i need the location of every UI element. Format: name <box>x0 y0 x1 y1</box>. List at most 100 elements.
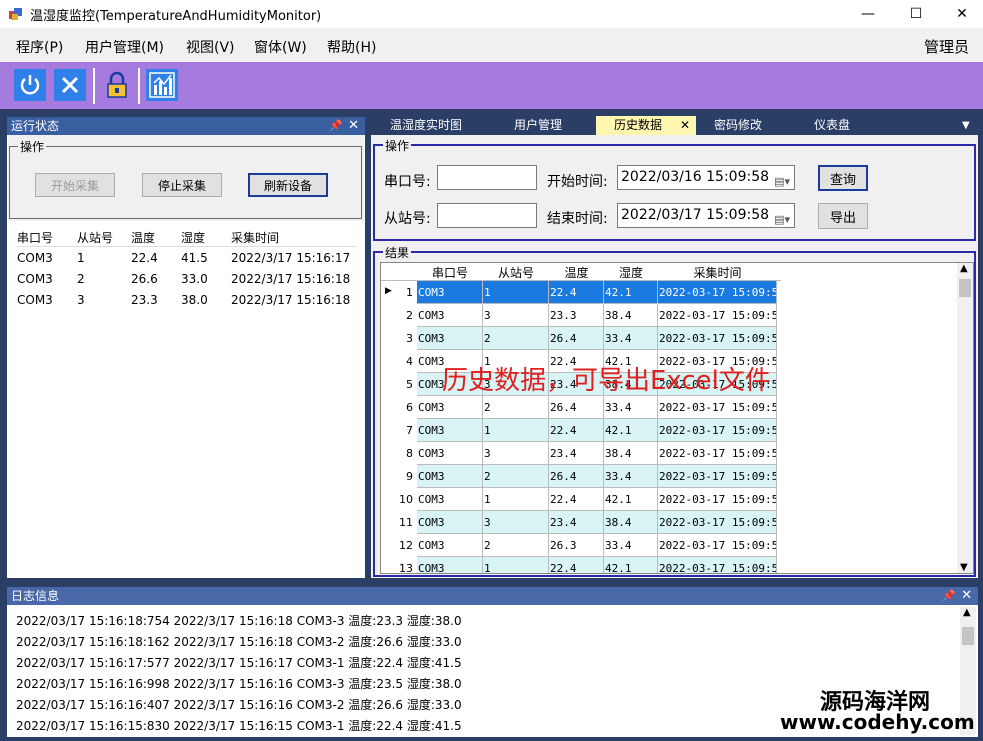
grid-cell[interactable]: COM3 <box>417 327 483 350</box>
grid-cell[interactable]: COM3 <box>417 396 483 419</box>
grid-cell[interactable]: 3 <box>483 511 549 534</box>
grid-cell[interactable]: 3 <box>483 304 549 327</box>
scroll-thumb[interactable] <box>959 279 971 297</box>
export-button[interactable]: 导出 <box>818 203 868 229</box>
grid-row[interactable]: 13 COM3 1 22.4 42.1 2022-03-17 15:09:51 <box>381 557 781 573</box>
refresh-device-button[interactable]: 刷新设备 <box>248 173 328 197</box>
scroll-thumb[interactable] <box>962 627 974 645</box>
grid-cell[interactable]: COM3 <box>417 488 483 511</box>
grid-cell[interactable]: COM3 <box>417 557 483 573</box>
grid-cell[interactable]: 1 <box>483 557 549 573</box>
grid-cell[interactable]: 2 <box>483 534 549 557</box>
grid-cell[interactable]: 2022-03-17 15:09:58 <box>658 281 777 304</box>
grid-cell[interactable]: 1 <box>483 419 549 442</box>
grid-cell[interactable]: 2022-03-17 15:09:55 <box>658 396 777 419</box>
grid-cell[interactable]: 2022-03-17 15:09:54 <box>658 419 777 442</box>
close-tool-button[interactable] <box>53 68 87 102</box>
panel-close-icon[interactable]: ✕ <box>348 117 359 135</box>
stop-collect-button[interactable]: 停止采集 <box>142 173 222 197</box>
tab-dashboard[interactable]: 仪表盘 <box>814 116 850 135</box>
grid-cell[interactable]: 1 <box>483 488 549 511</box>
grid-cell[interactable]: 26.4 <box>549 465 604 488</box>
calendar-icon[interactable]: ▤▾ <box>774 208 790 231</box>
grid-cell[interactable]: 2022-03-17 15:09:53 <box>658 488 777 511</box>
grid-row[interactable]: 10 COM3 1 22.4 42.1 2022-03-17 15:09:53 <box>381 488 781 511</box>
power-button[interactable] <box>13 68 47 102</box>
grid-cell[interactable]: 22.4 <box>549 557 604 573</box>
grid-scrollbar[interactable]: ▲ ▼ <box>957 263 973 573</box>
grid-row[interactable]: 3 COM3 2 26.4 33.4 2022-03-17 15:09:57 <box>381 327 781 350</box>
grid-cell[interactable]: COM3 <box>417 281 483 304</box>
grid-cell[interactable]: 2022-03-17 15:09:53 <box>658 465 777 488</box>
grid-cell[interactable]: 26.4 <box>549 327 604 350</box>
tab-list-icon[interactable]: ▼ <box>962 116 970 135</box>
minimize-button[interactable]: — <box>845 0 891 28</box>
menu-program[interactable]: 程序(P) <box>16 37 63 57</box>
grid-row[interactable]: 7 COM3 1 22.4 42.1 2022-03-17 15:09:54 <box>381 419 781 442</box>
pin-icon[interactable]: 📌 <box>942 587 956 605</box>
grid-cell[interactable]: 42.1 <box>604 488 658 511</box>
grid-cell[interactable]: 1 <box>483 281 549 304</box>
grid-cell[interactable]: 2022-03-17 15:09:51 <box>658 557 777 573</box>
close-button[interactable]: ✕ <box>939 0 983 28</box>
scroll-up-icon[interactable]: ▲ <box>963 607 971 618</box>
grid-col-slave[interactable]: 从站号 <box>483 264 549 281</box>
grid-cell[interactable]: COM3 <box>417 465 483 488</box>
grid-cell[interactable]: 26.4 <box>549 396 604 419</box>
grid-cell[interactable]: 42.1 <box>604 281 658 304</box>
tab-close-icon[interactable]: ✕ <box>680 116 690 135</box>
grid-cell[interactable]: 22.4 <box>549 488 604 511</box>
menu-window[interactable]: 窗体(W) <box>254 37 307 57</box>
grid-cell[interactable]: 2022-03-17 15:09:57 <box>658 327 777 350</box>
grid-col-humidity[interactable]: 湿度 <box>604 264 658 281</box>
grid-cell[interactable]: 26.3 <box>549 534 604 557</box>
scroll-down-icon[interactable]: ▼ <box>960 562 968 573</box>
grid-cell[interactable]: 23.4 <box>549 442 604 465</box>
grid-cell[interactable]: 33.4 <box>604 534 658 557</box>
maximize-button[interactable]: ☐ <box>893 0 939 28</box>
grid-cell[interactable]: 2 <box>483 396 549 419</box>
grid-cell[interactable]: 33.4 <box>604 465 658 488</box>
grid-cell[interactable]: 33.4 <box>604 327 658 350</box>
menu-help[interactable]: 帮助(H) <box>327 37 376 57</box>
dashboard-button[interactable] <box>145 68 179 102</box>
grid-row[interactable]: 8 COM3 3 23.4 38.4 2022-03-17 15:09:54 <box>381 442 781 465</box>
grid-cell[interactable]: 2 <box>483 465 549 488</box>
grid-cell[interactable]: 22.4 <box>549 419 604 442</box>
grid-cell[interactable]: 42.1 <box>604 557 658 573</box>
start-collect-button[interactable]: 开始采集 <box>35 173 115 197</box>
grid-cell[interactable]: 2022-03-17 15:09:51 <box>658 534 777 557</box>
menu-view[interactable]: 视图(V) <box>186 37 235 57</box>
grid-cell[interactable]: 2022-03-17 15:09:54 <box>658 442 777 465</box>
grid-cell[interactable]: COM3 <box>417 419 483 442</box>
grid-cell[interactable]: 2022-03-17 15:09:57 <box>658 304 777 327</box>
calendar-icon[interactable]: ▤▾ <box>774 170 790 193</box>
lock-button[interactable] <box>100 68 134 102</box>
grid-cell[interactable]: 38.4 <box>604 304 658 327</box>
menu-user-management[interactable]: 用户管理(M) <box>85 37 164 57</box>
start-time-picker[interactable]: 2022/03/16 15:09:58 ▤▾ <box>617 165 795 190</box>
grid-row[interactable]: 12 COM3 2 26.3 33.4 2022-03-17 15:09:51 <box>381 534 781 557</box>
panel-close-icon[interactable]: ✕ <box>961 587 972 605</box>
grid-cell[interactable]: 42.1 <box>604 419 658 442</box>
grid-col-port[interactable]: 串口号 <box>417 264 483 281</box>
port-input[interactable] <box>437 165 537 190</box>
scroll-up-icon[interactable]: ▲ <box>960 263 968 274</box>
grid-cell[interactable]: 2022-03-17 15:09:52 <box>658 511 777 534</box>
end-time-picker[interactable]: 2022/03/17 15:09:58 ▤▾ <box>617 203 795 228</box>
grid-row[interactable]: 1 ▶ COM3 1 22.4 42.1 2022-03-17 15:09:58 <box>381 281 781 304</box>
slave-input[interactable] <box>437 203 537 228</box>
grid-cell[interactable]: 22.4 <box>549 281 604 304</box>
tab-user-management[interactable]: 用户管理 <box>514 116 562 135</box>
grid-cell[interactable]: COM3 <box>417 442 483 465</box>
grid-cell[interactable]: COM3 <box>417 304 483 327</box>
grid-cell[interactable]: 38.4 <box>604 442 658 465</box>
grid-cell[interactable]: COM3 <box>417 534 483 557</box>
grid-cell[interactable]: 2 <box>483 327 549 350</box>
grid-cell[interactable]: 23.3 <box>549 304 604 327</box>
grid-row[interactable]: 6 COM3 2 26.4 33.4 2022-03-17 15:09:55 <box>381 396 781 419</box>
tab-history[interactable]: 历史数据 ✕ <box>596 116 696 135</box>
pin-icon[interactable]: 📌 <box>329 117 343 135</box>
grid-cell[interactable]: 33.4 <box>604 396 658 419</box>
grid-cell[interactable]: 23.4 <box>549 511 604 534</box>
